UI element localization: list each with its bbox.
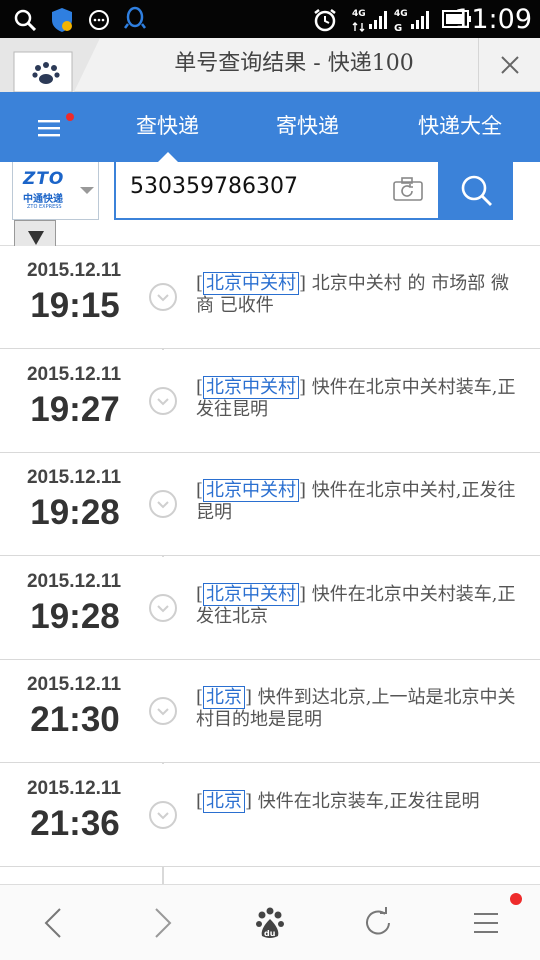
- chevron-down-icon: [157, 708, 169, 716]
- tracking-description: 快件在北京装车,正发往昆明: [257, 791, 480, 812]
- data-arrows-icon: [352, 22, 365, 32]
- tab-send-express[interactable]: 寄快递: [276, 92, 339, 162]
- tracking-row: 2015.12.11 19:28 [北京中关村] 快件在北京中关村,正发往昆明: [0, 453, 540, 556]
- title-bar: 单号查询结果 - 快递100: [0, 38, 540, 92]
- active-tab-indicator: [158, 152, 178, 162]
- tracking-date: 2015.12.11: [26, 260, 122, 281]
- timeline-node: [149, 697, 177, 725]
- shield-icon: [52, 8, 72, 32]
- svg-text:du: du: [264, 929, 276, 938]
- tracking-info: [北京中关村] 快件在北京中关村,正发往昆明: [196, 479, 516, 523]
- timeline-node: [149, 490, 177, 518]
- network-label-2: 4G: [394, 9, 408, 19]
- timeline-node: [149, 594, 177, 622]
- tracking-date: 2015.12.11: [26, 364, 122, 385]
- tracking-time: 21:36: [30, 804, 120, 843]
- close-tab-button[interactable]: [478, 38, 540, 92]
- qq-icon: [124, 6, 146, 29]
- search-icon: [14, 9, 36, 31]
- location-link[interactable]: 北京中关村: [203, 272, 300, 295]
- page-title: 单号查询结果 - 快递100: [174, 51, 414, 76]
- tracking-number-value[interactable]: 530359786307: [130, 174, 298, 199]
- clock: 11:09: [454, 4, 532, 35]
- svg-text:G: G: [394, 23, 402, 32]
- timeline-node: [149, 283, 177, 311]
- close-icon: [501, 56, 519, 74]
- tracking-time: 19:28: [30, 493, 120, 532]
- location-link[interactable]: 北京中关村: [203, 376, 300, 399]
- tracking-info: [北京中关村] 快件在北京中关村装车,正发往北京: [196, 583, 516, 627]
- timeline-node: [149, 387, 177, 415]
- status-bar: 4G 4G G 11:09: [0, 0, 540, 38]
- tracking-time: 19:28: [30, 597, 120, 636]
- tab-favicon-area: [0, 38, 100, 92]
- menu-icon[interactable]: [466, 903, 506, 943]
- signal-icon-1: [369, 11, 387, 29]
- tracking-row: 2015.12.11 21:36 [北京] 快件在北京装车,正发往昆明: [0, 764, 540, 867]
- chat-icon: [89, 10, 109, 30]
- chevron-down-icon: [157, 398, 169, 406]
- baidu-home-icon[interactable]: du: [250, 903, 290, 943]
- forward-arrow-icon[interactable]: [142, 903, 182, 943]
- scan-camera-icon[interactable]: [392, 176, 424, 202]
- courier-logo-cn: 中通快递: [23, 194, 63, 205]
- tracking-row: 2015.12.11 19:15 [北京中关村] 北京中关村 的 市场部 微商 已收…: [0, 246, 540, 349]
- location-link[interactable]: 北京: [203, 790, 246, 813]
- tracking-date: 2015.12.11: [26, 571, 122, 592]
- tracking-info: [北京中关村] 快件在北京中关村装车,正发往昆明: [196, 376, 516, 420]
- timeline-node: [149, 801, 177, 829]
- location-link[interactable]: 北京中关村: [203, 583, 300, 606]
- chevron-down-icon: [157, 812, 169, 820]
- location-link[interactable]: 北京: [203, 686, 246, 709]
- tracking-info: [北京] 快件到达北京,上一站是北京中关村目的地是昆明: [196, 686, 516, 730]
- tracking-row: 2015.12.11 19:28 [北京中关村] 快件在北京中关村装车,正发往北京: [0, 557, 540, 660]
- search-row: ZTO 中通快递 ZTO EXPRESS 530359786307: [0, 162, 540, 254]
- tracking-date: 2015.12.11: [26, 467, 122, 488]
- notification-dot: [510, 893, 522, 905]
- search-icon: [461, 175, 492, 206]
- search-button[interactable]: [440, 162, 513, 220]
- tracking-row: 2015.12.11 19:27 [北京中关村] 快件在北京中关村装车,正发往昆明: [0, 350, 540, 453]
- courier-logo-en: ZTO EXPRESS: [27, 204, 62, 210]
- dropdown-arrow-icon: [80, 187, 94, 194]
- tracking-date: 2015.12.11: [26, 778, 122, 799]
- signal-icon-2: [411, 11, 429, 29]
- tracking-time: 19:15: [30, 286, 120, 325]
- browser-toolbar: du: [0, 884, 540, 960]
- chevron-down-icon: [157, 294, 169, 302]
- network-label-1: 4G: [352, 9, 366, 19]
- tracking-number-input[interactable]: 530359786307: [114, 162, 440, 220]
- chevron-down-icon: [157, 605, 169, 613]
- refresh-icon[interactable]: [358, 903, 398, 943]
- menu-notification-dot: [66, 113, 74, 121]
- alarm-icon: [314, 9, 336, 32]
- menu-icon[interactable]: [36, 114, 66, 144]
- courier-logo-text: ZTO: [23, 169, 65, 189]
- location-link[interactable]: 北京中关村: [203, 479, 300, 502]
- site-nav: 查快递 寄快递 快递大全: [0, 92, 540, 162]
- chevron-down-icon: [157, 501, 169, 509]
- tracking-row: 2015.12.11 21:30 [北京] 快件到达北京,上一站是北京中关村目的地是…: [0, 660, 540, 763]
- tracking-time: 19:27: [30, 390, 120, 429]
- tracking-info: [北京中关村] 北京中关村 的 市场部 微商 已收件: [196, 272, 509, 316]
- tracking-time: 21:30: [30, 700, 120, 739]
- tracking-date: 2015.12.11: [26, 674, 122, 695]
- tab-express-directory[interactable]: 快递大全: [418, 92, 502, 162]
- back-arrow-icon[interactable]: [34, 903, 74, 943]
- courier-selector[interactable]: ZTO 中通快递 ZTO EXPRESS: [12, 162, 99, 220]
- tracking-info: [北京] 快件在北京装车,正发往昆明: [196, 790, 480, 813]
- g-label-icon: G: [394, 23, 402, 32]
